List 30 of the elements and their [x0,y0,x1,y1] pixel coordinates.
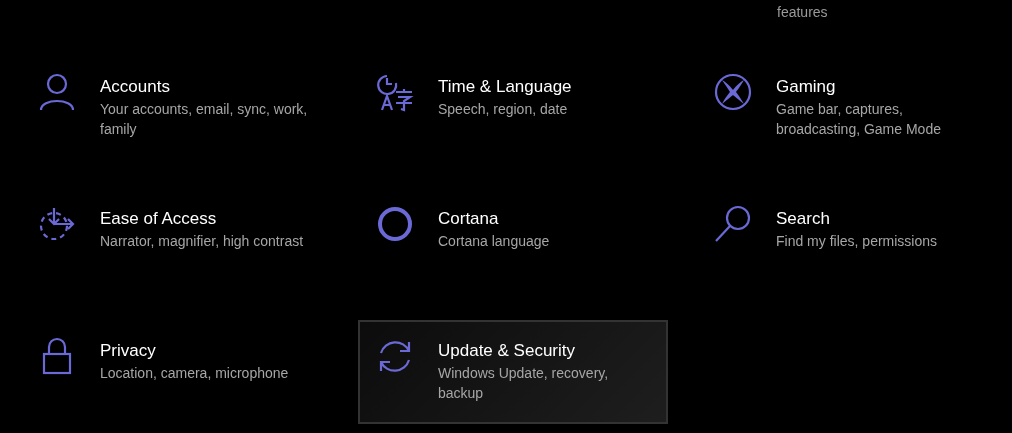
tile-description: features [776,4,828,20]
tile-title: Update & Security [438,340,576,362]
tile-title: Time & Language [438,76,572,98]
tile-title: Ease of Access [100,208,218,230]
search-icon [713,204,753,244]
tile-title: Gaming [776,76,837,98]
tile-description: Game bar, captures, broadcasting, Game Mode [776,100,942,139]
tile-description: Location, camera, microphone [100,364,289,383]
tile-title: Cortana [438,208,500,230]
clock-letters-icon [375,72,415,112]
settings-tile[interactable]: Accounts Your accounts, email, sync, work, family [20,56,330,160]
tile-description: Your accounts, email, sync, work, family [100,100,309,139]
tile-title: Privacy [100,340,157,362]
settings-tile[interactable]: Privacy Location, camera, microphone [20,320,330,424]
person-icon [37,72,77,112]
tile-description: Windows Update, recovery, backup [438,364,610,403]
tile-title: Accounts [100,76,171,98]
settings-tile[interactable]: Search Find my files, permissions [696,188,1006,292]
tile-description: Cortana language [438,232,550,251]
settings-tile[interactable]: Ease of Access Narrator, magnifier, high contrast [20,188,330,292]
settings-tile[interactable]: Gaming Game bar, captures, broadcasting, Game Mode [696,56,1006,160]
ring-icon [375,204,415,244]
tile-description: Narrator, magnifier, high contrast [100,232,304,251]
settings-tile[interactable]: Cortana Cortana language [358,188,668,292]
tile-description: Find my files, permissions [776,232,938,251]
tile-description: Speech, region, date [438,100,569,119]
xbox-icon [713,72,753,112]
settings-tile[interactable]: Time & Language Speech, region, date [358,56,668,160]
tile-title: Search [776,208,831,230]
settings-tile[interactable]: Update & Security Windows Update, recovery, backup [358,320,668,424]
